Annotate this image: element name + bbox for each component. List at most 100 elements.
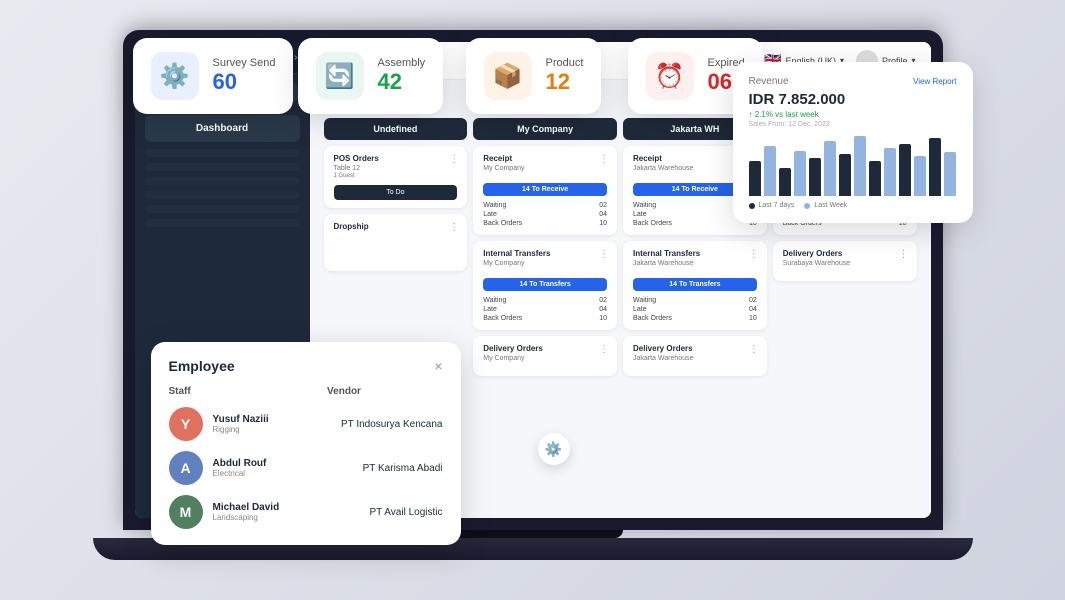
employee-item: YYusuf NaziiiRiggingPT Indosurya Kencana [169,407,443,441]
stat-value: 12 [546,69,584,95]
card-row: Back Orders10 [483,315,607,322]
col-header-undefined: Undefined [324,118,468,140]
stat-label: Survey Send [213,57,276,69]
revenue-period: Sales From: 12 Dec, 2022 [749,121,957,128]
expired-icon: ⏰ [646,52,694,100]
assembly-icon: 🔄 [316,52,364,100]
sidebar-chevron[interactable]: › [294,52,297,63]
card-subtitle: Jakarta Warehouse [633,355,757,362]
view-report-link[interactable]: View Report [913,77,956,86]
legend-item-last7: Last 7 days [749,202,795,209]
revenue-chart [749,136,957,196]
employee-name: Michael David [213,502,360,513]
col-label-staff: Staff [169,386,308,397]
card-dropship: ⋮ Dropship [324,214,468,271]
card-row: Waiting02 [483,297,607,304]
badge: 14 To Transfers [483,278,607,291]
card-receipt-mycompany: ⋮ Receipt My Company 14 To Receive Waiti… [473,146,617,235]
dot-menu[interactable]: ⋮ [749,249,759,260]
employee-cols: Staff Vendor [169,386,443,397]
stat-value: 60 [213,69,276,95]
dot-menu[interactable]: ⋮ [599,249,609,260]
card-row: Late04 [483,211,607,218]
employee-name: Abdul Rouf [213,458,353,469]
card-subtitle: My Company [483,260,607,267]
avatar: M [169,495,203,529]
sidebar-menu-item[interactable] [145,205,300,213]
stat-card-assembly: 🔄 Assembly 42 [298,38,444,114]
employee-list: YYusuf NaziiiRiggingPT Indosurya Kencana… [169,407,443,529]
revenue-amount: IDR 7.852.000 [749,91,957,108]
dot-menu[interactable]: ⋮ [899,249,909,260]
revenue-header: Revenue View Report [749,76,957,87]
card-title: Dropship [334,222,458,231]
legend-dot [804,203,810,209]
settings-icon: ⚙️ [545,441,562,458]
revenue-title: Revenue [749,76,789,87]
sidebar-menu-item[interactable] [145,191,300,199]
employee-role: Landscaping [213,513,360,522]
sidebar-active-item[interactable]: Dashboard [145,115,300,142]
stat-card-survey-send: ⚙️ Survey Send 60 [133,38,294,114]
col-header-mycompany: My Company [473,118,617,140]
employee-header: Employee × [169,358,443,374]
close-button[interactable]: × [434,358,442,374]
gear-icon: ⚙️ [151,52,199,100]
chart-bar [809,158,821,196]
todo-button[interactable]: To Do [334,185,458,200]
card-row: Back Orders10 [633,315,757,322]
employee-vendor: PT Indosurya Kencana [341,419,443,430]
card-delivery-jakarta: ⋮ Delivery Orders Jakarta Warehouse [623,336,767,376]
laptop-frame: PT Refinera Indonesia › 🔍 Search Menu Da… [103,30,963,570]
sidebar-menu-item[interactable] [145,177,300,185]
card-title: Receipt [483,154,607,163]
chart-bar [794,151,806,196]
badge: 14 To Transfers [633,278,757,291]
stat-card-product: 📦 Product 12 [466,38,602,114]
card-title: Delivery Orders [483,344,607,353]
dot-menu[interactable]: ⋮ [449,222,459,233]
chart-bar [764,146,776,196]
chart-bar [929,138,941,196]
card-title: Delivery Orders [783,249,907,258]
chart-bar [899,144,911,196]
sidebar-menu-item[interactable] [145,219,300,227]
chart-bar [869,161,881,196]
sidebar-menu-item[interactable] [145,163,300,171]
card-subtitle: Surabaya Warehouse [783,260,907,267]
avatar: Y [169,407,203,441]
employee-title: Employee [169,358,235,374]
card-pos-orders: ⋮ POS Orders Table 121 Guest To Do [324,146,468,208]
revenue-change: ↑ 2.1% vs last week [749,110,957,119]
col-label-vendor: Vendor [327,386,442,397]
card-internal-mycompany: ⋮ Internal Transfers My Company 14 To Tr… [473,241,617,330]
dot-menu[interactable]: ⋮ [449,154,459,165]
badge: 14 To Receive [483,183,607,196]
card-delivery-mycompany: ⋮ Delivery Orders My Company [473,336,617,376]
stat-label: Assembly [378,57,426,69]
laptop-notch [443,530,623,538]
card-title: Delivery Orders [633,344,757,353]
stat-value: 42 [378,69,426,95]
card-row: Late04 [483,306,607,313]
card-subtitle: My Company [483,355,607,362]
employee-vendor: PT Avail Logistic [369,507,442,518]
card-row: Back Orders10 [633,220,757,227]
sidebar-menu-item[interactable] [145,149,300,157]
dot-menu[interactable]: ⋮ [599,154,609,165]
legend-dot [749,203,755,209]
revenue-card: Revenue View Report IDR 7.852.000 ↑ 2.1%… [733,62,973,223]
legend-label: Last Week [814,202,847,209]
chart-bar [749,161,761,196]
card-row: Waiting02 [483,202,607,209]
card-internal-jakarta: ⋮ Internal Transfers Jakarta Warehouse 1… [623,241,767,330]
employee-role: Electrical [213,469,353,478]
dot-menu[interactable]: ⋮ [749,344,759,355]
chart-legend: Last 7 days Last Week [749,202,957,209]
dot-menu[interactable]: ⋮ [599,344,609,355]
card-row: Waiting02 [633,297,757,304]
legend-label: Last 7 days [759,202,795,209]
employee-vendor: PT Karisma Abadi [363,463,443,474]
settings-fab[interactable]: ⚙️ [538,433,570,465]
card-title: POS Orders [334,154,458,163]
